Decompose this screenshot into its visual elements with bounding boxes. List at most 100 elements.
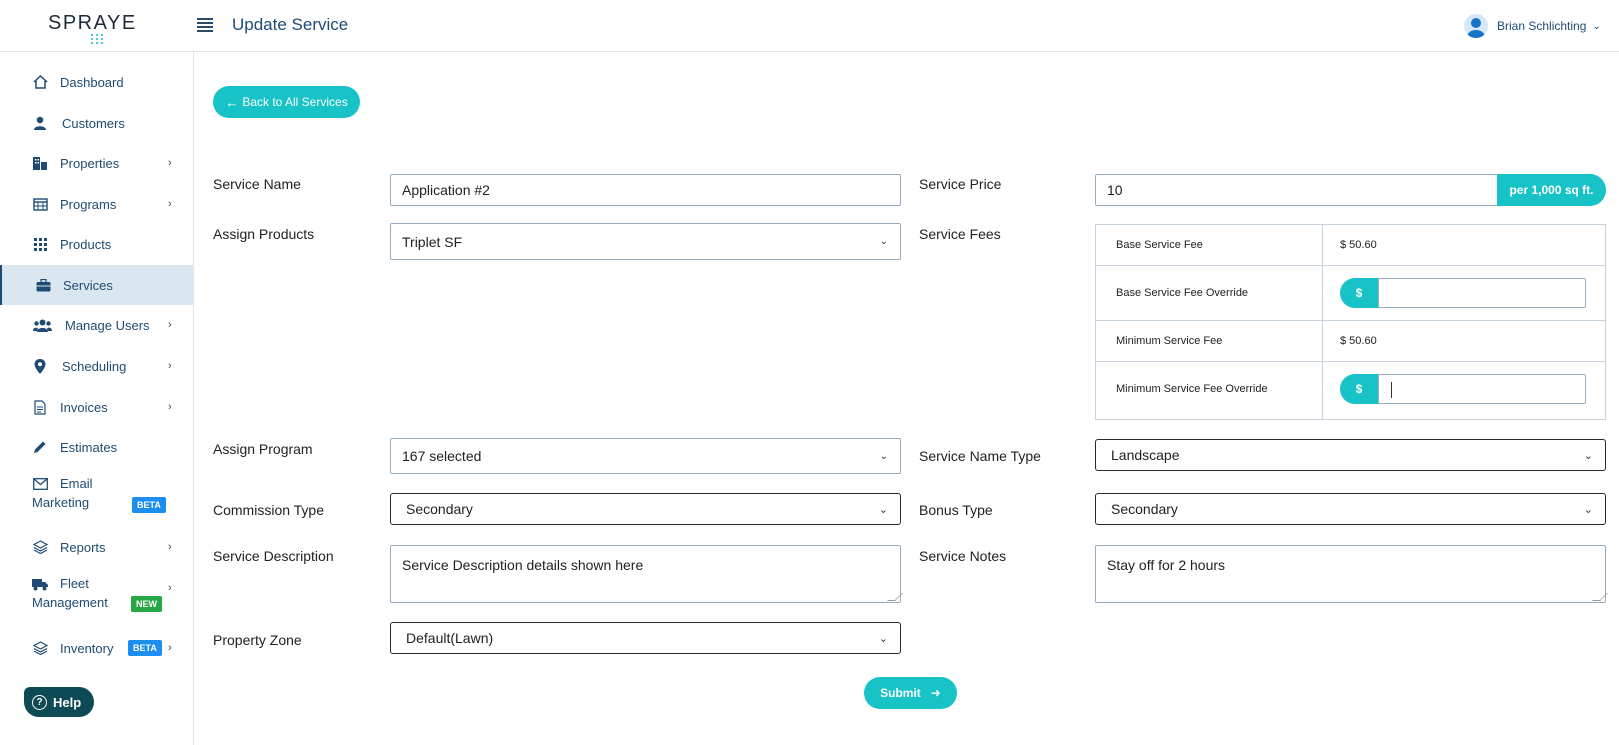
- table-row: Base Service Fee Override $: [1096, 266, 1605, 321]
- bonus-type-select[interactable]: Secondary ⌄: [1095, 493, 1606, 525]
- min-fee-label: Minimum Service Fee: [1116, 335, 1223, 347]
- service-description-textarea[interactable]: Service Description details shown here: [390, 545, 903, 603]
- logo-drops-icon: [88, 34, 108, 46]
- service-notes-value: Stay off for 2 hours: [1107, 557, 1226, 573]
- assign-program-select[interactable]: 167 selected ⌄: [390, 438, 901, 474]
- sidebar-item-dashboard[interactable]: Dashboard: [0, 62, 193, 102]
- sidebar-item-products[interactable]: Products: [0, 224, 193, 264]
- sidebar-item-email-marketing[interactable]: Email Marketing BETA: [0, 472, 193, 522]
- chevron-down-icon: ⌄: [1583, 449, 1593, 462]
- property-zone-select[interactable]: Default(Lawn) ⌄: [390, 622, 901, 654]
- submit-label: Submit: [880, 686, 921, 700]
- help-button[interactable]: ? Help: [24, 687, 94, 717]
- sidebar-item-reports[interactable]: Reports ›: [0, 527, 193, 567]
- sidebar: Dashboard Customers Properties › Program…: [0, 52, 194, 745]
- envelope-icon: [32, 476, 48, 492]
- assign-products-select[interactable]: Triplet SF ⌄: [390, 223, 901, 260]
- sidebar-item-label-line2: Management: [32, 595, 108, 610]
- currency-addon: $: [1340, 374, 1378, 404]
- bonus-type-value: Secondary: [1111, 501, 1178, 517]
- spraye-logo[interactable]: SPRAYE: [48, 12, 135, 48]
- user-name: Brian Schlichting: [1497, 19, 1587, 33]
- currency-addon: $: [1340, 278, 1378, 308]
- bonus-type-label: Bonus Type: [919, 502, 993, 518]
- service-name-label: Service Name: [213, 176, 301, 192]
- chevron-right-icon: ›: [168, 541, 172, 553]
- service-name-input[interactable]: Application #2: [390, 174, 901, 206]
- chevron-right-icon: ›: [168, 401, 172, 413]
- assign-program-label: Assign Program: [213, 441, 313, 457]
- chevron-right-icon: ›: [168, 582, 172, 594]
- sidebar-item-label: Inventory: [60, 640, 114, 656]
- sidebar-item-inventory[interactable]: Inventory BETA ›: [0, 628, 193, 668]
- sidebar-item-label: Products: [60, 236, 112, 252]
- base-fee-value: $ 50.60: [1340, 239, 1377, 251]
- help-label: Help: [53, 694, 82, 710]
- commission-type-label: Commission Type: [213, 502, 325, 518]
- table-row: Minimum Service Fee Override $: [1096, 362, 1605, 419]
- sidebar-item-label: Estimates: [60, 439, 118, 455]
- commission-type-select[interactable]: Secondary ⌄: [390, 493, 901, 525]
- chevron-right-icon: ›: [168, 319, 172, 331]
- service-notes-textarea[interactable]: Stay off for 2 hours: [1095, 545, 1608, 603]
- resize-grip-icon[interactable]: [1592, 593, 1608, 601]
- grid-icon: [32, 236, 48, 252]
- back-to-all-services-button[interactable]: ← Back to All Services: [213, 86, 360, 118]
- base-fee-override-label: Base Service Fee Override: [1116, 287, 1249, 299]
- resize-grip-icon[interactable]: [887, 593, 903, 601]
- back-button-label: Back to All Services: [242, 95, 348, 109]
- min-fee-override-input[interactable]: [1378, 374, 1586, 404]
- service-description-value: Service Description details shown here: [402, 557, 644, 573]
- logo-text: SPRAYE: [48, 12, 137, 34]
- sidebar-item-invoices[interactable]: Invoices ›: [0, 387, 193, 427]
- service-price-input[interactable]: 10: [1095, 174, 1499, 206]
- sidebar-item-estimates[interactable]: Estimates: [0, 427, 193, 467]
- pencil-icon: [32, 439, 48, 455]
- table-row: Base Service Fee $ 50.60: [1096, 225, 1605, 266]
- sidebar-item-fleet-management[interactable]: Fleet Management NEW ›: [0, 570, 193, 620]
- sidebar-item-label: Customers: [62, 115, 125, 131]
- sidebar-item-label: Programs: [60, 196, 117, 212]
- service-fees-label: Service Fees: [919, 226, 1001, 242]
- beta-badge: BETA: [132, 497, 166, 513]
- property-zone-label: Property Zone: [213, 632, 302, 648]
- sidebar-item-scheduling[interactable]: Scheduling ›: [0, 346, 193, 386]
- users-icon: [32, 317, 52, 333]
- sidebar-item-properties[interactable]: Properties ›: [0, 143, 193, 183]
- min-fee-override-label: Minimum Service Fee Override: [1116, 383, 1268, 395]
- sidebar-item-label-line2: Marketing: [32, 495, 90, 510]
- sidebar-item-label: Scheduling: [62, 358, 127, 374]
- avatar: [1464, 14, 1488, 38]
- service-notes-label: Service Notes: [919, 548, 1007, 564]
- location-pin-icon: [32, 358, 48, 374]
- base-fee-override-input[interactable]: [1378, 278, 1586, 308]
- question-icon: ?: [32, 694, 47, 710]
- service-price-value: 10: [1107, 182, 1123, 198]
- price-unit-addon: per 1,000 sq ft.: [1497, 174, 1606, 206]
- chevron-right-icon: ›: [168, 157, 172, 169]
- min-fee-value: $ 50.60: [1340, 335, 1377, 347]
- menu-toggle-icon[interactable]: [197, 18, 213, 32]
- chevron-down-icon: ⌄: [1592, 20, 1601, 32]
- table-row: Minimum Service Fee $ 50.60: [1096, 321, 1605, 362]
- service-name-value: Application #2: [402, 182, 490, 198]
- new-badge: NEW: [131, 596, 162, 612]
- chevron-down-icon: ⌄: [879, 236, 888, 247]
- sidebar-item-label: Invoices: [60, 399, 108, 415]
- sidebar-item-manage-users[interactable]: Manage Users ›: [0, 305, 193, 345]
- sidebar-item-customers[interactable]: Customers: [0, 103, 193, 143]
- submit-button[interactable]: Submit ➜: [864, 677, 957, 709]
- sidebar-item-label: Dashboard: [60, 74, 124, 90]
- sidebar-item-services[interactable]: Services: [0, 265, 193, 305]
- assign-program-value: 167 selected: [402, 448, 482, 464]
- user-menu[interactable]: Brian Schlichting ⌄: [1464, 12, 1601, 40]
- chevron-down-icon: ⌄: [878, 632, 888, 645]
- chevron-down-icon: ⌄: [879, 450, 888, 462]
- service-name-type-select[interactable]: Landscape ⌄: [1095, 439, 1606, 471]
- chevron-right-icon: ›: [168, 198, 172, 210]
- customers-icon: [32, 115, 48, 131]
- page-title: Update Service: [232, 15, 349, 34]
- sidebar-item-label: Services: [63, 277, 113, 293]
- property-zone-value: Default(Lawn): [406, 630, 494, 646]
- sidebar-item-programs[interactable]: Programs ›: [0, 184, 193, 224]
